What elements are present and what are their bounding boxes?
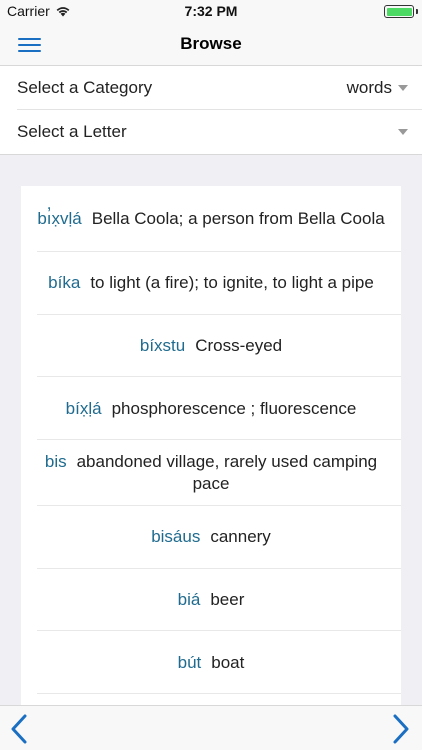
entry-text: bı̓x̣vḷá Bella Coola; a person from Bella…	[37, 208, 384, 230]
entry-text: bis abandoned village, rarely used campin…	[37, 451, 385, 495]
chevron-down-icon	[398, 129, 408, 135]
list-item[interactable]: bíx̣ḷá phosphorescence ; fluorescence	[21, 377, 401, 440]
entry-definition: boat	[211, 652, 245, 672]
chevron-down-icon	[398, 85, 408, 91]
entry-definition: beer	[210, 590, 245, 610]
entry-term: bíka	[48, 273, 81, 293]
status-bar: Carrier 7:32 PM	[0, 0, 422, 22]
selector-panel: Select a Category words Select a Letter	[0, 66, 422, 155]
entry-definition: to light (a fire); to ignite, to light a…	[90, 273, 374, 293]
list-item[interactable]: bisáus cannery	[21, 506, 401, 569]
category-selector[interactable]: Select a Category words	[0, 66, 422, 110]
entry-term: bíx̣ḷá	[65, 398, 102, 418]
entry-term: bisáus	[151, 527, 201, 547]
letter-selector-label: Select a Letter	[17, 122, 127, 141]
entry-text: biá beer	[178, 589, 245, 611]
entry-text: bíka to light (a fire); to ignite, to lig…	[48, 272, 374, 294]
chevron-right-icon[interactable]	[387, 712, 413, 746]
list-item[interactable]: biá beer	[21, 569, 401, 632]
chevron-left-icon[interactable]	[7, 712, 33, 746]
word-list: bı̓x̣vḷá Bella Coola; a person from Bella…	[21, 186, 401, 706]
entry-term: bút	[177, 652, 202, 672]
entry-definition: cannery	[210, 527, 271, 547]
entry-definition: phosphorescence ; fluorescence	[111, 398, 357, 418]
list-item[interactable]: bíxstu Cross-eyed	[21, 315, 401, 378]
category-selector-value: words	[346, 78, 392, 97]
page-title: Browse	[180, 34, 242, 53]
entry-text: bíxstu Cross-eyed	[140, 335, 282, 357]
list-item[interactable]: bı̓x̣vḷá Bella Coola; a person from Bella…	[21, 186, 401, 252]
list-item[interactable]: bíka to light (a fire); to ignite, to lig…	[21, 252, 401, 315]
bottom-toolbar	[0, 705, 422, 750]
entry-definition: abandoned village, rarely used camping p…	[76, 452, 378, 494]
list-item[interactable]: bút boat	[21, 631, 401, 694]
battery-fill	[386, 7, 412, 16]
status-time: 7:32 PM	[184, 3, 238, 19]
entry-text: bíx̣ḷá phosphorescence ; fluorescence	[66, 398, 357, 420]
entry-term: biá	[177, 590, 201, 610]
category-selector-label: Select a Category	[17, 78, 153, 97]
entry-term: bíxstu	[139, 336, 186, 356]
navigation-bar: Browse	[0, 22, 422, 66]
entry-text: bisáus cannery	[151, 526, 271, 548]
list-item[interactable]: bis abandoned village, rarely used campin…	[21, 440, 401, 507]
entry-term: bis	[44, 452, 67, 472]
entry-definition: Cross-eyed	[195, 336, 283, 356]
letter-selector[interactable]: Select a Letter	[0, 110, 422, 154]
entry-definition: Bella Coola; a person from Bella Coola	[91, 209, 385, 228]
entry-text: bút boat	[178, 652, 245, 674]
entry-term: bı̓x̣vḷá	[37, 209, 82, 228]
battery-icon	[384, 5, 418, 18]
